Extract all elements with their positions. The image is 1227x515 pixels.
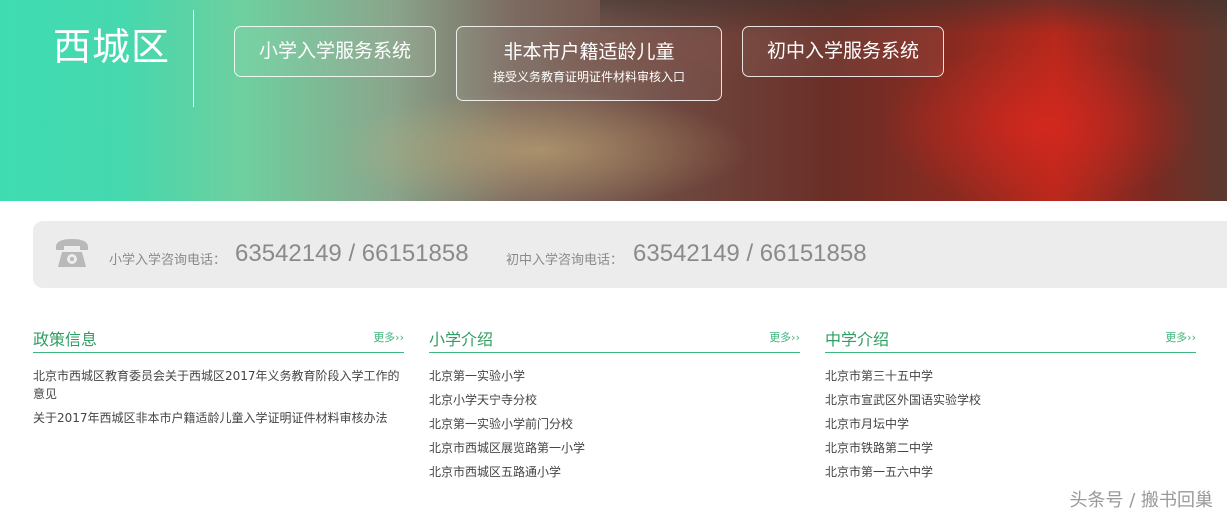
middle-school-enrollment-label: 初中入学服务系统 (766, 40, 919, 62)
district-title: 西城区 (53, 25, 171, 69)
header-banner: 西城区 小学入学服务系统 非本市户籍适龄儿童 接受义务教育证明证件材料审核入口 … (0, 0, 1227, 201)
more-link[interactable]: 更多›› (373, 329, 404, 345)
primary-school-phone-label: 小学入学咨询电话： (109, 253, 227, 268)
more-link[interactable]: 更多›› (1165, 329, 1196, 345)
policy-list: 北京市西城区教育委员会关于西城区2017年义务教育阶段入学工作的意见 关于201… (33, 367, 404, 427)
list-item[interactable]: 北京市铁路第二中学 (825, 439, 1196, 457)
middle-school-phone-label: 初中入学咨询电话： (506, 253, 624, 268)
middle-school-enrollment-button[interactable]: 初中入学服务系统 (742, 26, 944, 77)
section-header: 小学介绍 更多›› (429, 322, 800, 353)
primary-school-enrollment-label: 小学入学服务系统 (258, 40, 411, 62)
consultation-phone-bar: 小学入学咨询电话： 63542149 / 66151858 初中入学咨询电话： … (33, 221, 1227, 288)
list-item[interactable]: 北京市西城区五路通小学 (429, 463, 800, 481)
primary-school-section: 小学介绍 更多›› 北京第一实验小学 北京小学天宁寺分校 北京第一实验小学前门分… (429, 322, 800, 487)
list-item[interactable]: 关于2017年西城区非本市户籍适龄儿童入学证明证件材料审核办法 (33, 409, 404, 427)
middle-school-list: 北京市第三十五中学 北京市宣武区外国语实验学校 北京市月坛中学 北京市铁路第二中… (825, 367, 1196, 481)
nonlocal-children-review-title: 非本市户籍适龄儿童 (503, 41, 675, 63)
watermark-text: 头条号 / 搬书回巢 (1069, 490, 1213, 511)
more-link[interactable]: 更多›› (769, 329, 800, 345)
telephone-icon (56, 239, 88, 267)
list-item[interactable]: 北京市宣武区外国语实验学校 (825, 391, 1196, 409)
nonlocal-children-review-button[interactable]: 非本市户籍适龄儿童 接受义务教育证明证件材料审核入口 (456, 26, 722, 101)
nonlocal-children-review-subtitle: 接受义务教育证明证件材料审核入口 (492, 70, 685, 84)
list-item[interactable]: 北京第一实验小学 (429, 367, 800, 385)
middle-school-phone-number: 63542149 / 66151858 (633, 240, 867, 267)
primary-school-enrollment-button[interactable]: 小学入学服务系统 (234, 26, 436, 77)
middle-school-section: 中学介绍 更多›› 北京市第三十五中学 北京市宣武区外国语实验学校 北京市月坛中… (825, 322, 1196, 487)
list-item[interactable]: 北京市第三十五中学 (825, 367, 1196, 385)
section-header: 政策信息 更多›› (33, 322, 404, 353)
list-item[interactable]: 北京市西城区展览路第一小学 (429, 439, 800, 457)
banner-background-blur (330, 90, 750, 201)
list-item[interactable]: 北京小学天宁寺分校 (429, 391, 800, 409)
section-header: 中学介绍 更多›› (825, 322, 1196, 353)
header-divider (193, 10, 194, 107)
section-title: 中学介绍 (825, 330, 890, 349)
list-item[interactable]: 北京市第一五六中学 (825, 463, 1196, 481)
list-item[interactable]: 北京第一实验小学前门分校 (429, 415, 800, 433)
section-title: 小学介绍 (429, 330, 494, 349)
policy-info-section: 政策信息 更多›› 北京市西城区教育委员会关于西城区2017年义务教育阶段入学工… (33, 322, 404, 433)
list-item[interactable]: 北京市西城区教育委员会关于西城区2017年义务教育阶段入学工作的意见 (33, 367, 404, 403)
list-item[interactable]: 北京市月坛中学 (825, 415, 1196, 433)
primary-school-phone-number: 63542149 / 66151858 (235, 240, 469, 267)
section-title: 政策信息 (33, 330, 98, 349)
primary-school-list: 北京第一实验小学 北京小学天宁寺分校 北京第一实验小学前门分校 北京市西城区展览… (429, 367, 800, 481)
